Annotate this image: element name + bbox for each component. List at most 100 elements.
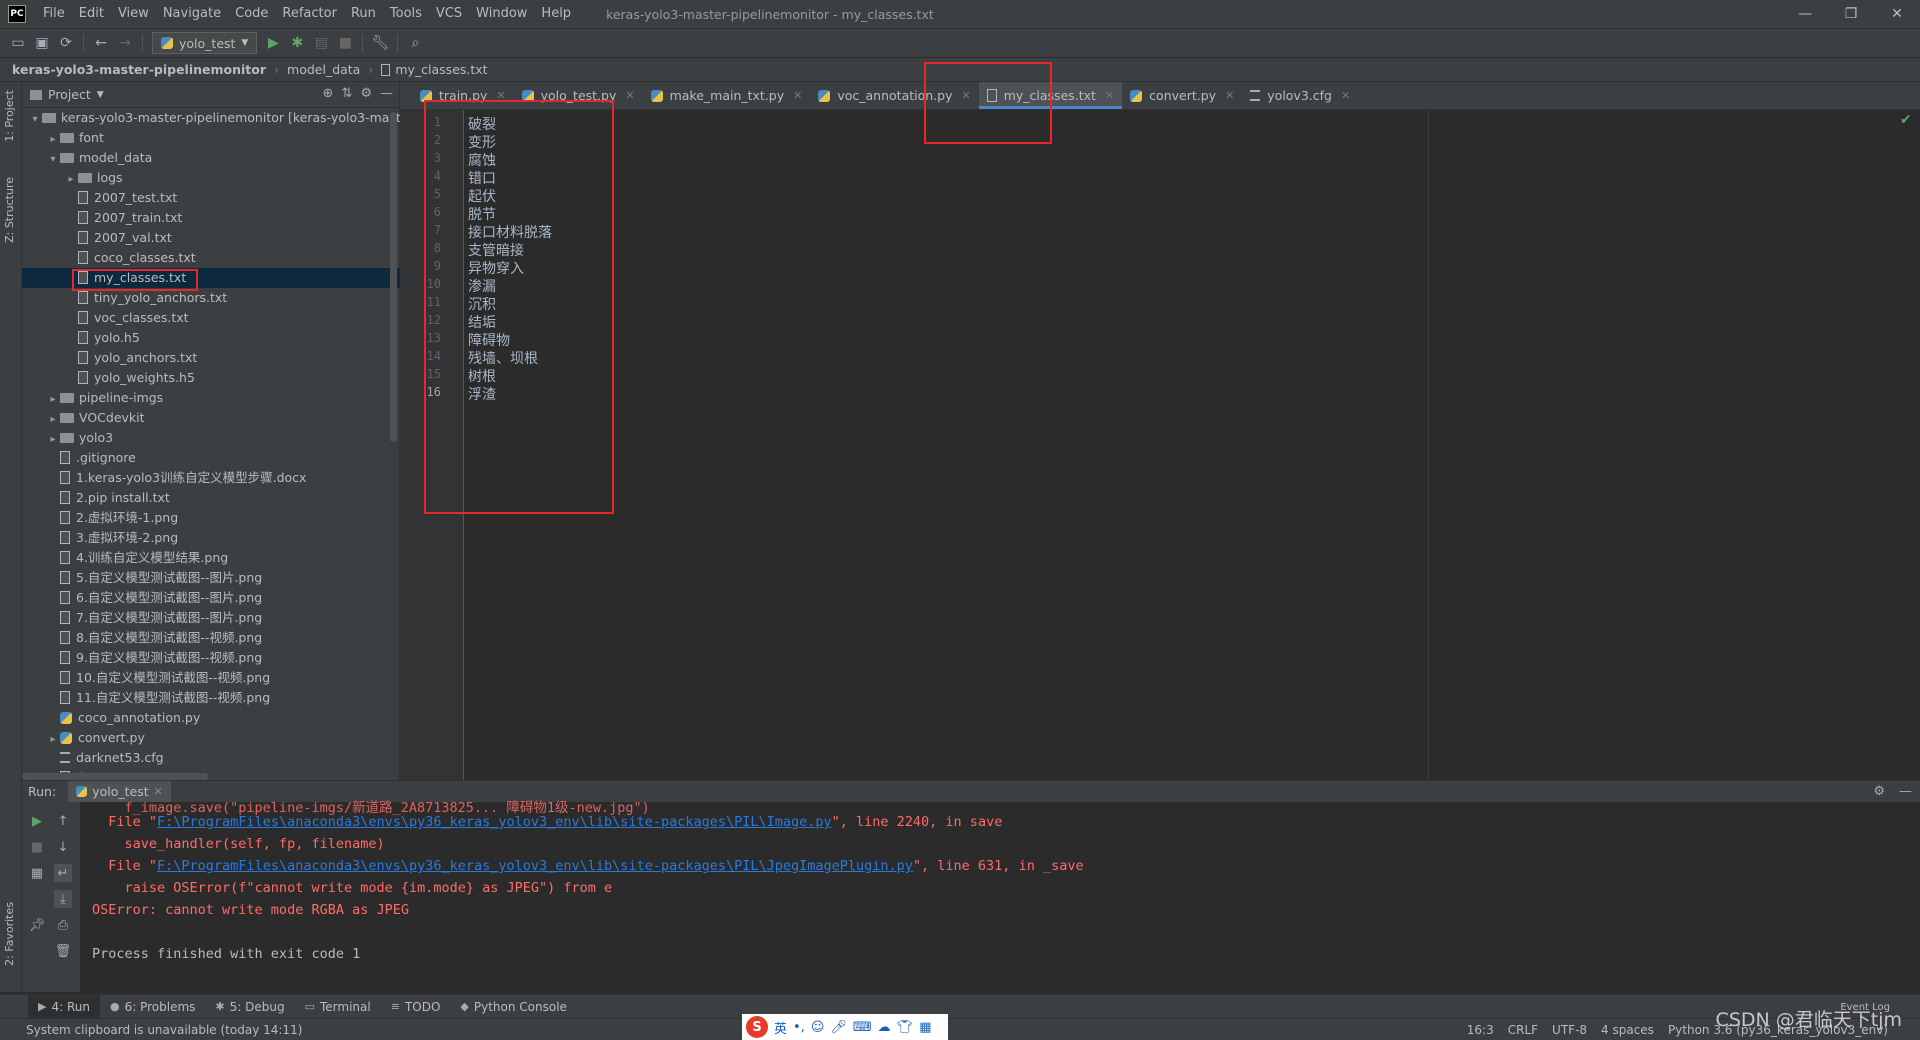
tree-item[interactable]: ▸ font <box>22 128 400 148</box>
structure-tool-tab[interactable]: Z: Structure <box>3 177 16 243</box>
locate-icon[interactable]: ⊕ <box>323 86 334 101</box>
bottom-tool-tab[interactable]: ▭ Terminal <box>295 995 381 1019</box>
tree-item[interactable]: yolo_weights.h5 <box>22 368 400 388</box>
inspection-ok-icon[interactable]: ✔ <box>1900 112 1912 128</box>
project-panel-title[interactable]: Project <box>48 87 91 102</box>
tree-item[interactable]: 3.虚拟环境-2.png <box>22 528 400 548</box>
menu-refactor[interactable]: Refactor <box>275 0 344 28</box>
run-config-dropdown[interactable]: yolo_test ▼ <box>152 32 258 54</box>
keyboard-icon[interactable]: ⌨ <box>853 1020 872 1035</box>
tree-item[interactable]: 2.虚拟环境-1.png <box>22 508 400 528</box>
breadcrumb-project[interactable]: keras-yolo3-master-pipelinemonitor <box>12 62 266 77</box>
tree-item[interactable]: ▾ model_data <box>22 148 400 168</box>
editor-tab[interactable]: yolov3.cfg ✕ <box>1242 82 1358 109</box>
tree-item[interactable]: voc_classes.txt <box>22 308 400 328</box>
bottom-tool-tab[interactable]: ▶ 4: Run <box>28 994 100 1019</box>
chevron-right-icon[interactable]: ▸ <box>46 430 60 450</box>
tree-item[interactable]: .gitignore <box>22 448 400 468</box>
rerun-icon[interactable]: ▶ <box>28 812 46 830</box>
stop-icon[interactable]: ■ <box>28 838 46 856</box>
tree-item[interactable]: 2007_train.txt <box>22 208 400 228</box>
tree-item[interactable]: ▸ convert.py <box>22 728 400 748</box>
tree-item[interactable]: ▸ VOCdevkit <box>22 408 400 428</box>
caret-position[interactable]: 16:3 <box>1467 1023 1494 1037</box>
scroll-up-icon[interactable]: ↑ <box>54 812 72 830</box>
console-file-link[interactable]: F:\ProgramFiles\anaconda3\envs\py36_kera… <box>157 858 913 874</box>
minimize-icon[interactable]: — <box>1782 0 1828 28</box>
back-arrow-icon[interactable]: ← <box>89 32 113 54</box>
tree-item[interactable]: 9.自定义模型测试截图--视频.png <box>22 648 400 668</box>
trash-icon[interactable]: 🗑︎ <box>54 942 72 960</box>
collapse-all-icon[interactable]: ⇅ <box>341 86 352 101</box>
menu-window[interactable]: Window <box>469 0 534 28</box>
file-encoding[interactable]: UTF-8 <box>1552 1023 1587 1037</box>
shirt-icon[interactable]: 👕︎ <box>897 1020 914 1035</box>
menu-navigate[interactable]: Navigate <box>156 0 228 28</box>
save-icon[interactable]: ▣ <box>30 32 54 54</box>
scroll-to-end-icon[interactable]: ⤓ <box>54 890 72 908</box>
breadcrumb-file[interactable]: my_classes.txt <box>395 62 487 77</box>
menu-tools[interactable]: Tools <box>383 0 429 28</box>
tree-item[interactable]: 6.自定义模型测试截图--图片.png <box>22 588 400 608</box>
tree-item[interactable]: 8.自定义模型测试截图--视频.png <box>22 628 400 648</box>
tree-item[interactable]: yolo.h5 <box>22 328 400 348</box>
close-tab-icon[interactable]: ✕ <box>793 89 802 102</box>
tree-item[interactable]: ▸ yolo3 <box>22 428 400 448</box>
favorites-tool-tab[interactable]: 2: Favorites <box>3 902 16 966</box>
forward-arrow-icon[interactable]: → <box>113 32 137 54</box>
menu-code[interactable]: Code <box>228 0 275 28</box>
tree-item[interactable]: yolo_anchors.txt <box>22 348 400 368</box>
tree-item[interactable]: tiny_yolo_anchors.txt <box>22 288 400 308</box>
close-icon[interactable]: ✕ <box>1874 0 1920 28</box>
gear-icon[interactable]: ⚙ <box>360 86 372 101</box>
tree-item[interactable]: ▸ logs <box>22 168 400 188</box>
tree-item[interactable]: coco_classes.txt <box>22 248 400 268</box>
chevron-right-icon[interactable]: ▸ <box>46 730 60 750</box>
menu-view[interactable]: View <box>111 0 156 28</box>
debug-icon[interactable]: ✱ <box>285 32 309 54</box>
editor-tab[interactable]: convert.py ✕ <box>1122 82 1242 109</box>
code-editor[interactable]: 破裂 变形 腐蚀 错口 起伏 脱节 接口材料脱落 支管暗接 异物穿入 渗漏 沉积 结垢 障碍物 残墙、坝根… <box>464 110 1920 780</box>
microphone-icon[interactable]: 🎤︎ <box>830 1020 847 1035</box>
menu-run[interactable]: Run <box>344 0 383 28</box>
chevron-right-icon[interactable]: ▸ <box>46 390 60 410</box>
menu-help[interactable]: Help <box>534 0 578 28</box>
chevron-right-icon[interactable]: ▸ <box>46 410 60 430</box>
run-console[interactable]: f_image.save("pipeline-imgs/新道路_2A871382… <box>80 800 1920 992</box>
bottom-tool-tab[interactable]: ≡ TODO <box>381 995 451 1019</box>
chevron-down-icon[interactable]: ▼ <box>97 90 104 100</box>
tree-item[interactable]: 2007_val.txt <box>22 228 400 248</box>
hide-icon[interactable]: — <box>1899 784 1912 799</box>
pin-icon[interactable]: 📌︎ <box>28 916 46 934</box>
open-folder-icon[interactable]: ▭ <box>6 32 30 54</box>
tree-item[interactable]: 2007_test.txt <box>22 188 400 208</box>
close-tab-icon[interactable]: ✕ <box>1341 89 1350 102</box>
search-icon[interactable]: ⌕ <box>403 32 427 54</box>
restore-icon[interactable]: ❐ <box>1828 0 1874 28</box>
bottom-tool-tab[interactable]: ✱ 5: Debug <box>205 995 294 1019</box>
chevron-right-icon[interactable]: ▸ <box>46 130 60 150</box>
tree-item[interactable]: 4.训练自定义模型结果.png <box>22 548 400 568</box>
bottom-tool-tab[interactable]: ● 6: Problems <box>100 995 205 1019</box>
tree-horizontal-scrollbar[interactable] <box>22 773 208 780</box>
skin-icon[interactable]: ☁ <box>878 1020 891 1035</box>
tree-item[interactable]: 10.自定义模型测试截图--视频.png <box>22 668 400 688</box>
chevron-right-icon[interactable]: ▸ <box>64 170 78 190</box>
tree-item[interactable]: ▾ keras-yolo3-master-pipelinemonitor [ker… <box>22 108 400 128</box>
menu-edit[interactable]: Edit <box>72 0 111 28</box>
breadcrumb-folder[interactable]: model_data <box>287 62 360 77</box>
grid-icon[interactable]: ▦ <box>919 1020 931 1035</box>
emoji-icon[interactable]: ☺ <box>811 1020 825 1035</box>
project-tool-tab[interactable]: 1: Project <box>3 90 16 142</box>
tree-item[interactable]: coco_annotation.py <box>22 708 400 728</box>
scroll-down-icon[interactable]: ↓ <box>54 838 72 856</box>
tree-item[interactable]: 2.pip install.txt <box>22 488 400 508</box>
soft-wrap-icon[interactable]: ↵ <box>54 864 72 882</box>
coverage-icon[interactable]: ▤ <box>309 32 333 54</box>
layout-icon[interactable]: ▦ <box>28 864 46 882</box>
menu-file[interactable]: File <box>36 0 72 28</box>
tree-item[interactable]: 5.自定义模型测试截图--图片.png <box>22 568 400 588</box>
ime-mode[interactable]: 英 <box>774 1018 787 1037</box>
stop-icon[interactable]: ■ <box>333 32 357 54</box>
tree-item[interactable]: 7.自定义模型测试截图--图片.png <box>22 608 400 628</box>
